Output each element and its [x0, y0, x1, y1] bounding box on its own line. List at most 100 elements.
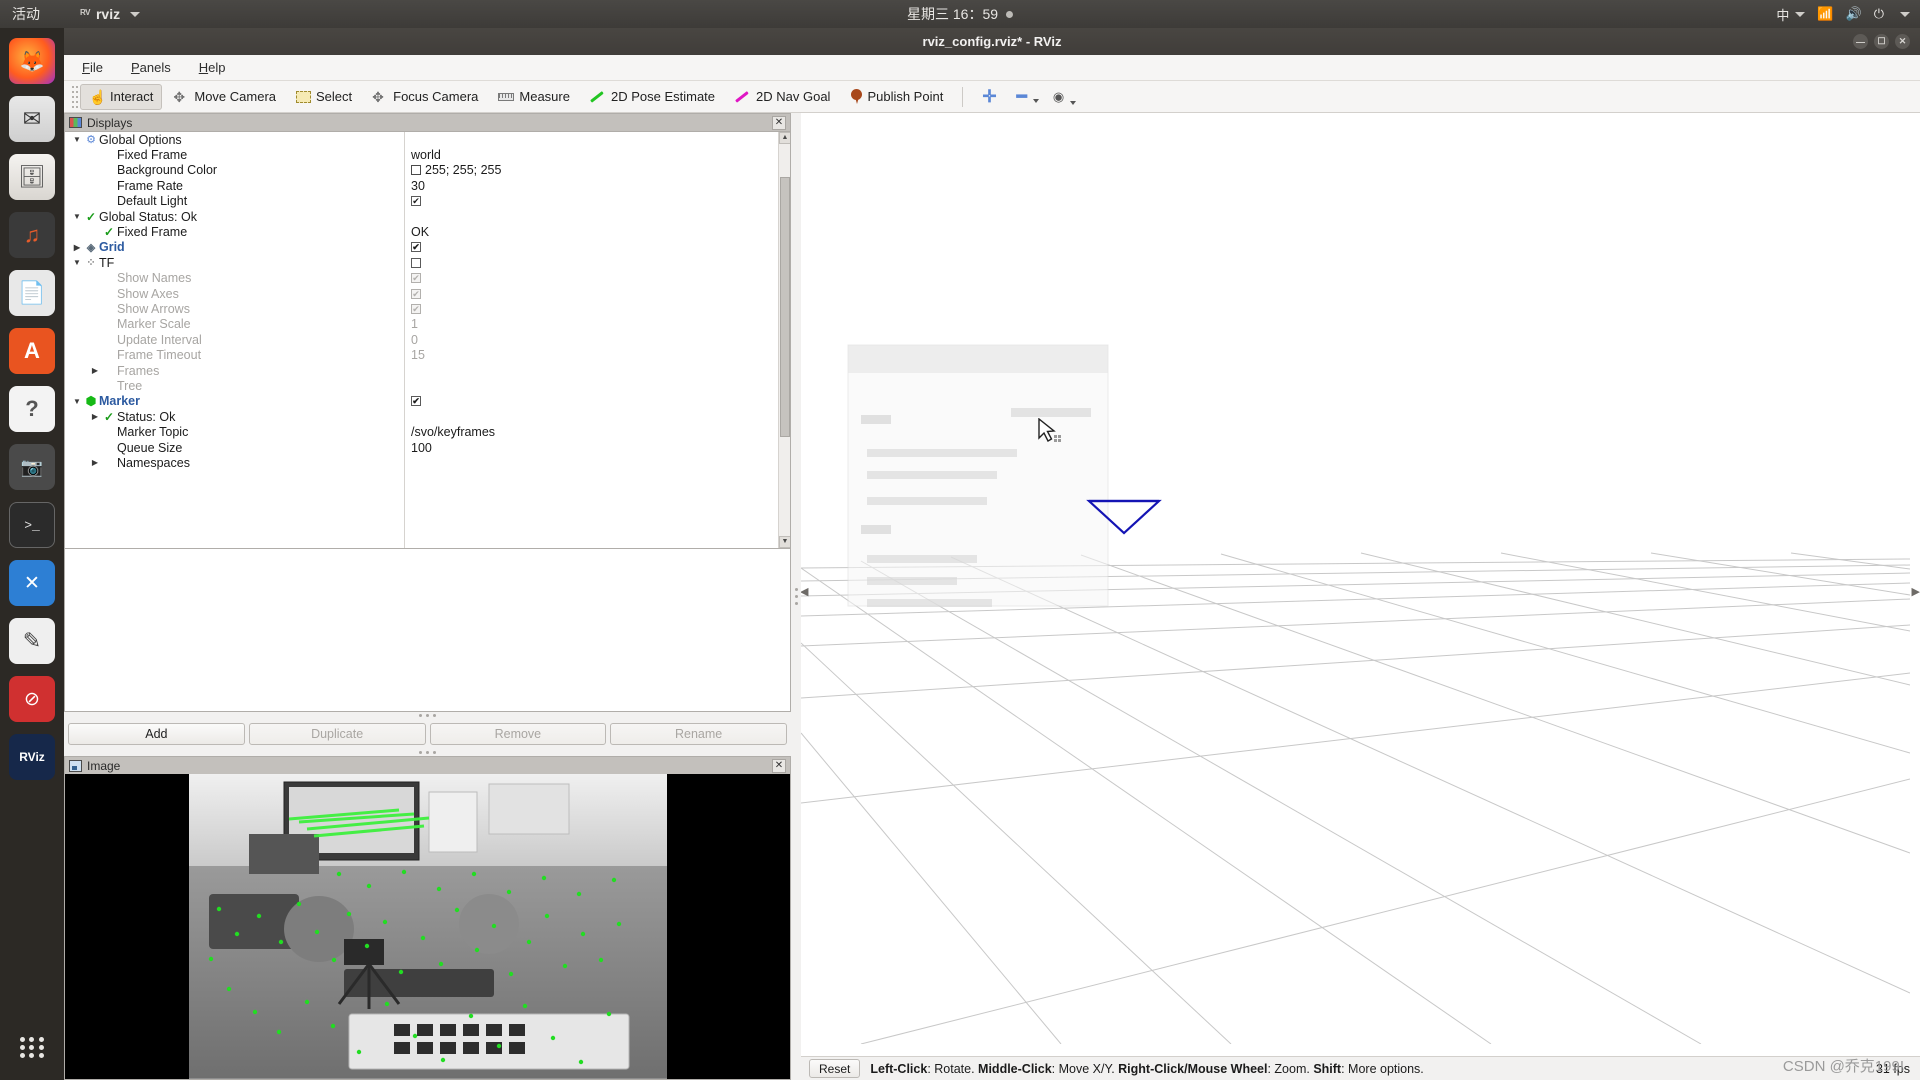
row-checkbox[interactable]	[411, 258, 421, 268]
tree-row-value-cell[interactable]: ✔	[405, 194, 778, 209]
tree-row[interactable]: Default Light	[65, 194, 404, 209]
tree-row[interactable]: Show Axes	[65, 286, 404, 301]
tree-row[interactable]: Frames	[65, 363, 404, 378]
chevron-down-icon[interactable]	[71, 258, 83, 267]
dock-item-rhythmbox[interactable]: ♫	[9, 212, 55, 258]
system-indicators[interactable]: 中 📶 🔊 ⏻	[1776, 5, 1910, 24]
tool-publish-point[interactable]: Publish Point	[841, 84, 952, 110]
tree-row[interactable]: ⁘TF	[65, 255, 404, 270]
tree-row-value-cell[interactable]	[405, 409, 778, 424]
displays-panel-close-icon[interactable]: ✕	[772, 116, 786, 130]
displays-tree[interactable]: ⚙Global OptionsFixed FrameBackground Col…	[64, 131, 791, 549]
collapse-left-panel-icon[interactable]: ◀	[801, 585, 808, 598]
chevron-right-icon[interactable]	[89, 412, 101, 421]
tree-row-value-cell[interactable]: 1	[405, 317, 778, 332]
collapse-right-panel-icon[interactable]: ▶	[1912, 585, 1920, 598]
menu-panels[interactable]: Panels	[127, 58, 175, 77]
reset-button[interactable]: Reset	[809, 1059, 860, 1078]
chevron-down-icon[interactable]	[71, 135, 83, 144]
tree-row-value-cell[interactable]	[405, 132, 778, 147]
tool-properties-button[interactable]: ◉	[1044, 84, 1079, 110]
vertical-splitter[interactable]	[791, 113, 801, 1080]
wifi-icon[interactable]: 📶	[1817, 6, 1833, 22]
tree-row[interactable]: ✓Fixed Frame	[65, 224, 404, 239]
chevron-right-icon[interactable]	[89, 366, 101, 375]
tree-row-value-cell[interactable]	[405, 209, 778, 224]
image-panel-resize-handle[interactable]	[64, 749, 791, 756]
tree-row-value-cell[interactable]: ✔	[405, 240, 778, 255]
volume-icon[interactable]: 🔊	[1846, 6, 1862, 22]
close-button[interactable]: ✕	[1895, 34, 1910, 49]
language-indicator[interactable]: 中	[1776, 5, 1789, 24]
dock-item-terminal[interactable]: >_	[9, 502, 55, 548]
image-panel-close-icon[interactable]: ✕	[772, 759, 786, 773]
tree-row[interactable]: ⬢Marker	[65, 394, 404, 409]
dock-item-help[interactable]: ?	[9, 386, 55, 432]
tree-row-value-cell[interactable]	[405, 363, 778, 378]
remove-tool-button[interactable]: ━	[1008, 85, 1042, 108]
tree-row-value-cell[interactable]: ✔	[405, 394, 778, 409]
chevron-down-icon[interactable]	[71, 397, 83, 406]
3d-render-view[interactable]: ◀ ▶	[801, 113, 1920, 1056]
tree-row-value-cell[interactable]	[405, 455, 778, 470]
activities-button[interactable]: 活动	[12, 4, 40, 24]
dock-item-firefox[interactable]: 🦊	[9, 38, 55, 84]
dock-item-vscode[interactable]: ✕	[9, 560, 55, 606]
dock-item-screenshot[interactable]: 📷	[9, 444, 55, 490]
tree-row-value-cell[interactable]: /svo/keyframes	[405, 424, 778, 439]
panel-resize-handle[interactable]	[64, 712, 791, 719]
tree-row[interactable]: Queue Size	[65, 440, 404, 455]
dock-item-thunderbird-mail[interactable]: ✉	[9, 96, 55, 142]
tree-row[interactable]: Show Names	[65, 271, 404, 286]
tree-row[interactable]: Marker Topic	[65, 424, 404, 439]
dock-item-libreoffice-writer[interactable]: 📄	[9, 270, 55, 316]
menu-file[interactable]: FFileile	[78, 58, 107, 77]
image-canvas[interactable]	[64, 774, 791, 1080]
tree-row[interactable]: ⚙Global Options	[65, 132, 404, 147]
tree-row-value-cell[interactable]: ✔	[405, 271, 778, 286]
chevron-right-icon[interactable]	[89, 458, 101, 467]
add-button[interactable]: Add	[68, 723, 245, 745]
tree-row-value-cell[interactable]: 0	[405, 332, 778, 347]
tree-row-value-cell[interactable]: 100	[405, 440, 778, 455]
tree-row-value-cell[interactable]	[405, 255, 778, 270]
add-tool-button[interactable]: ✛	[973, 85, 1005, 109]
tree-row[interactable]: Show Arrows	[65, 301, 404, 316]
dock-item-text-editor[interactable]: ✎	[9, 618, 55, 664]
row-checkbox[interactable]: ✔	[411, 196, 421, 206]
power-icon[interactable]: ⏻	[1874, 6, 1884, 22]
toolbar-drag-handle[interactable]	[70, 86, 78, 108]
dock-item-files[interactable]: 🗄	[9, 154, 55, 200]
tree-row-value-cell[interactable]: 30	[405, 178, 778, 193]
maximize-button[interactable]: ☐	[1874, 34, 1889, 49]
tool-interact[interactable]: Interact	[80, 84, 162, 110]
app-menu[interactable]: RV rviz	[80, 6, 140, 22]
scroll-thumb[interactable]	[780, 177, 790, 437]
tree-row[interactable]: Fixed Frame	[65, 147, 404, 162]
tree-row-value-cell[interactable]: ✔	[405, 301, 778, 316]
tree-row-value-cell[interactable]	[405, 378, 778, 393]
tree-row[interactable]: ✓Status: Ok	[65, 409, 404, 424]
dock-item-rviz[interactable]: RViz	[9, 734, 55, 780]
menu-help[interactable]: Help	[195, 58, 230, 77]
displays-tree-scrollbar[interactable]: ▲ ▼	[778, 132, 790, 548]
tool-2d-pose-estimate[interactable]: 2D Pose Estimate	[581, 84, 724, 110]
show-applications-button[interactable]	[9, 1024, 55, 1070]
tree-row[interactable]: Frame Rate	[65, 178, 404, 193]
tool-move-camera[interactable]: ✥ Move Camera	[164, 84, 285, 110]
tree-row[interactable]: Tree	[65, 378, 404, 393]
tree-row[interactable]: ✓Global Status: Ok	[65, 209, 404, 224]
chevron-down-icon[interactable]	[71, 212, 83, 221]
minimize-button[interactable]: —	[1853, 34, 1868, 49]
tree-row[interactable]: Frame Timeout	[65, 347, 404, 362]
tree-row[interactable]: Update Interval	[65, 332, 404, 347]
tool-select[interactable]: Select	[287, 84, 361, 109]
scroll-down-icon[interactable]: ▼	[779, 536, 791, 548]
tree-row[interactable]: Namespaces	[65, 455, 404, 470]
tree-row[interactable]: Marker Scale	[65, 317, 404, 332]
tree-row-value-cell[interactable]: 15	[405, 347, 778, 362]
tree-row[interactable]: ◈Grid	[65, 240, 404, 255]
clock[interactable]: 星期三 16：59	[907, 4, 1013, 24]
tree-row-value-cell[interactable]: world	[405, 147, 778, 162]
tool-focus-camera[interactable]: ✥ Focus Camera	[363, 84, 487, 110]
